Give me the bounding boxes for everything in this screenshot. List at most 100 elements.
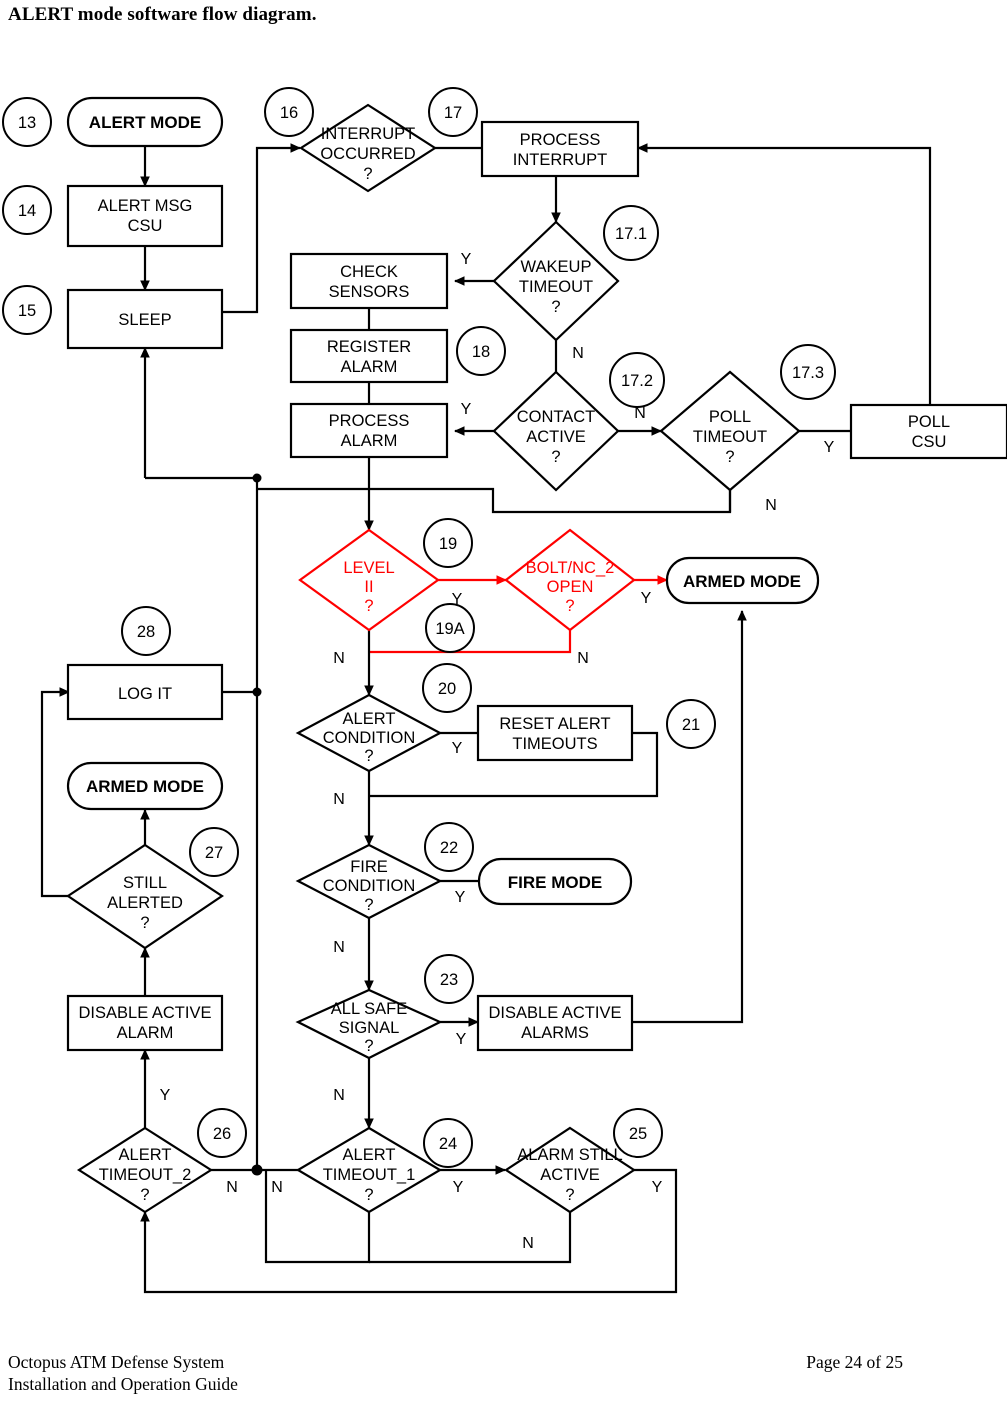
node-interrupt-occurred-line3: ? bbox=[363, 165, 372, 183]
edge-stillalerted-to-logit bbox=[40, 687, 70, 898]
branch-alertcond-y: Y bbox=[452, 740, 463, 757]
node-interrupt-occurred-line2: OCCURRED bbox=[320, 145, 415, 163]
node-alert-msg-csu[interactable] bbox=[66, 184, 224, 248]
node-wakeup-timeout-line1: WAKEUP bbox=[521, 258, 592, 276]
branch-alarmstill-n: N bbox=[522, 1235, 534, 1252]
tag-21-label: 21 bbox=[682, 716, 700, 734]
node-armed-mode-left-label: ARMED MODE bbox=[86, 777, 204, 796]
tag-19A-label: 19A bbox=[435, 620, 464, 638]
edge-disablealarms-to-armedmode bbox=[632, 610, 747, 1024]
tag-17-1-label: 17.1 bbox=[615, 225, 647, 243]
tag-19-label: 19 bbox=[439, 535, 457, 553]
node-poll-timeout-line2: TIMEOUT bbox=[693, 428, 767, 446]
node-alert-msg-csu-line1: ALERT MSG bbox=[98, 197, 193, 215]
node-check-sensors-line2: SENSORS bbox=[329, 283, 410, 301]
node-alert-condition-line1: ALERT bbox=[343, 710, 396, 728]
branch-at2-y: Y bbox=[160, 1087, 171, 1104]
node-armed-mode-top-label: ARMED MODE bbox=[683, 572, 801, 591]
tag-28-label: 28 bbox=[137, 623, 155, 641]
branch-level-n: N bbox=[333, 650, 345, 667]
node-contact-active-line3: ? bbox=[551, 448, 560, 466]
footer-line-2: Installation and Operation Guide bbox=[8, 1373, 238, 1394]
node-process-alarm-line1: PROCESS bbox=[329, 412, 410, 430]
branch-at1-y: Y bbox=[453, 1179, 464, 1196]
node-all-safe-signal-line2: SIGNAL bbox=[339, 1019, 400, 1037]
page-footer: Octopus ATM Defense System Installation … bbox=[0, 1352, 1007, 1412]
node-alert-condition-line2: CONDITION bbox=[323, 729, 416, 747]
tag-23-label: 23 bbox=[440, 971, 458, 989]
tag-25-label: 25 bbox=[629, 1125, 647, 1143]
node-disable-active-alarm-line2: ALARM bbox=[117, 1024, 174, 1042]
branch-bolt-y: Y bbox=[641, 590, 652, 607]
node-alert-timeout-2-line3: ? bbox=[140, 1186, 149, 1204]
tag-26-label: 26 bbox=[213, 1125, 231, 1143]
edge-polln-back-left bbox=[257, 487, 732, 514]
node-still-alerted-line2: ALERTED bbox=[107, 894, 183, 912]
branch-contact-y: Y bbox=[461, 401, 472, 418]
node-wakeup-timeout-line3: ? bbox=[551, 298, 560, 316]
node-fire-condition-line3: ? bbox=[364, 896, 373, 914]
branch-bolt-n: N bbox=[577, 650, 589, 667]
node-sleep-label: SLEEP bbox=[118, 311, 171, 329]
branch-fire-y: Y bbox=[455, 889, 466, 906]
tag-17-2-label: 17.2 bbox=[621, 372, 653, 390]
node-all-safe-signal-line1: ALL SAFE bbox=[331, 1000, 407, 1018]
node-level-ii-line3: ? bbox=[364, 597, 373, 615]
tag-17-label: 17 bbox=[444, 104, 462, 122]
node-register-alarm-line2: ALARM bbox=[341, 358, 398, 376]
node-bolt-nc2-open-line3: ? bbox=[565, 597, 574, 615]
node-interrupt-occurred-line1: INTERRUPT bbox=[321, 125, 415, 143]
node-register-alarm-line1: REGISTER bbox=[327, 338, 411, 356]
node-disable-active-alarms-line2: ALARMS bbox=[521, 1024, 589, 1042]
tag-18-label: 18 bbox=[472, 343, 490, 361]
node-contact-active-line2: ACTIVE bbox=[526, 428, 586, 446]
branch-contact-n: N bbox=[634, 405, 646, 422]
footer-line-1: Octopus ATM Defense System bbox=[8, 1352, 225, 1372]
node-bolt-nc2-open-line2: OPEN bbox=[547, 578, 594, 596]
node-reset-alert-timeouts-line1: RESET ALERT bbox=[499, 715, 610, 733]
branch-alarmstill-y: Y bbox=[652, 1179, 663, 1196]
node-contact-active-line1: CONTACT bbox=[517, 408, 596, 426]
branch-at1-n: N bbox=[271, 1179, 283, 1196]
node-poll-timeout-line1: POLL bbox=[709, 408, 751, 426]
tag-27-label: 27 bbox=[205, 844, 223, 862]
node-alert-timeout-2-line1: ALERT bbox=[119, 1146, 172, 1164]
tag-20-label: 20 bbox=[438, 680, 456, 698]
node-fire-mode-label: FIRE MODE bbox=[508, 873, 602, 892]
node-still-alerted-line3: ? bbox=[140, 914, 149, 932]
node-reset-alert-timeouts-line2: TIMEOUTS bbox=[512, 735, 597, 753]
branch-wakeup-n: N bbox=[572, 345, 584, 362]
branch-allsafe-y: Y bbox=[456, 1031, 467, 1048]
branch-fire-n: N bbox=[333, 939, 345, 956]
tag-16-label: 16 bbox=[280, 104, 298, 122]
node-disable-active-alarm-line1: DISABLE ACTIVE bbox=[79, 1004, 212, 1022]
node-alert-timeout-2-line2: TIMEOUT_2 bbox=[99, 1166, 192, 1184]
node-still-alerted-line1: STILL bbox=[123, 874, 167, 892]
node-disable-active-alarms-line1: DISABLE ACTIVE bbox=[489, 1004, 622, 1022]
tag-13-label: 13 bbox=[18, 114, 36, 132]
node-log-it-label: LOG IT bbox=[118, 685, 172, 703]
node-process-interrupt-line1: PROCESS bbox=[520, 131, 601, 149]
footer-page-number: Page 24 of 25 bbox=[806, 1352, 903, 1372]
branch-at2-n: N bbox=[226, 1179, 238, 1196]
branch-allsafe-n: N bbox=[333, 1087, 345, 1104]
edge-sleep-to-interrupt bbox=[221, 143, 301, 314]
node-alert-timeout-1-line2: TIMEOUT_1 bbox=[323, 1166, 416, 1184]
node-alarm-still-active-line1: ALARM STILL bbox=[517, 1146, 622, 1164]
tag-14-label: 14 bbox=[18, 202, 36, 220]
edge-alarmstill-n bbox=[369, 1212, 572, 1264]
node-alarm-still-active-line3: ? bbox=[565, 1186, 574, 1204]
tag-15-label: 15 bbox=[18, 302, 36, 320]
branch-wakeup-y: Y bbox=[461, 251, 472, 268]
node-all-safe-signal-line3: ? bbox=[364, 1037, 373, 1055]
node-alarm-still-active-line2: ACTIVE bbox=[540, 1166, 600, 1184]
node-poll-csu-line1: POLL bbox=[908, 413, 950, 431]
node-fire-condition-line2: CONDITION bbox=[323, 877, 416, 895]
footer-left: Octopus ATM Defense System Installation … bbox=[8, 1352, 238, 1396]
branch-poll-n: N bbox=[765, 497, 777, 514]
node-alert-timeout-1-line3: ? bbox=[364, 1186, 373, 1204]
node-process-alarm-line2: ALARM bbox=[341, 432, 398, 450]
node-alert-timeout-1-line1: ALERT bbox=[343, 1146, 396, 1164]
node-fire-condition-line1: FIRE bbox=[350, 858, 388, 876]
node-alert-mode-label: ALERT MODE bbox=[89, 113, 201, 132]
